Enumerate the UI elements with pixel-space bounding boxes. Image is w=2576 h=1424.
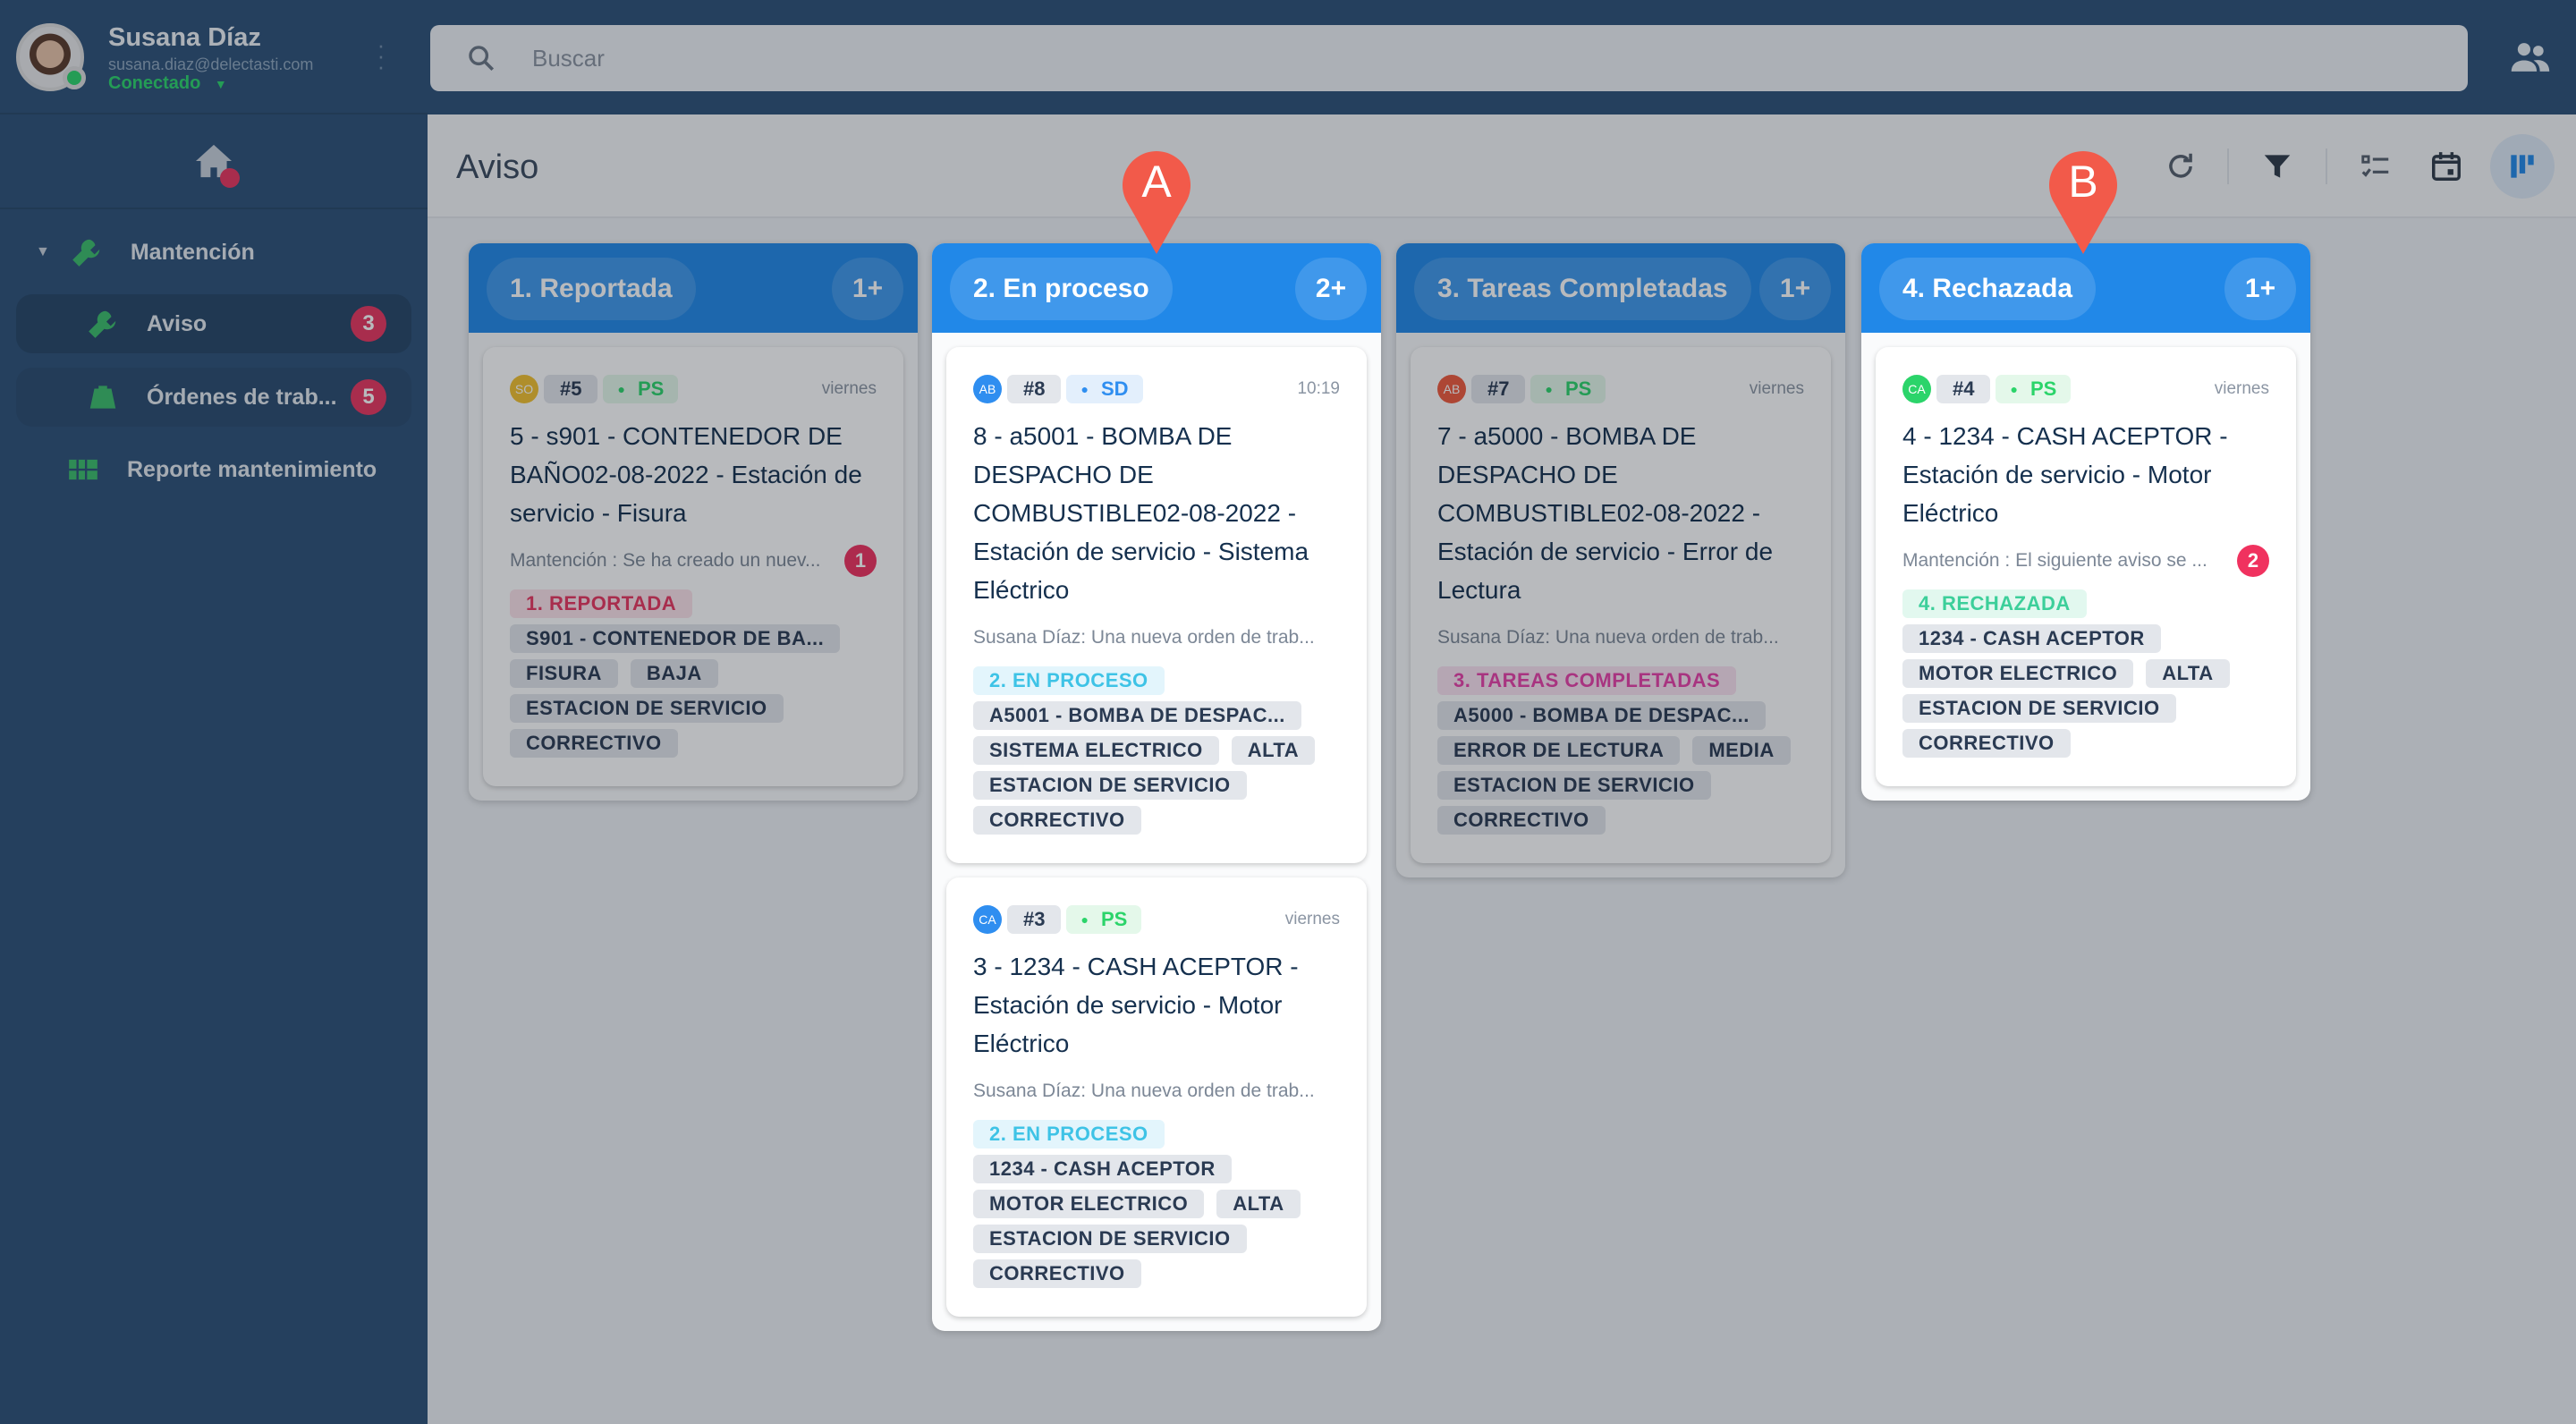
tag: MOTOR ELECTRICO — [1902, 659, 2134, 688]
last-message: Mantención : El siguiente aviso se ... 2 — [1902, 541, 2269, 581]
status-tag: 2. EN PROCESO — [973, 1120, 1165, 1149]
column-count[interactable]: 2+ — [1295, 258, 1367, 320]
column-header[interactable]: 2. En proceso 2+ — [932, 243, 1381, 333]
last-message: Susana Díaz: Una nueva orden de trab... — [973, 1072, 1340, 1111]
tag: CORRECTIVO — [973, 1259, 1141, 1288]
marker-b: B — [2046, 145, 2121, 256]
tag: SISTEMA ELECTRICO — [973, 736, 1219, 765]
tag-list: 2. EN PROCESO 1234 - CASH ACEPTOR MOTOR EL… — [973, 1120, 1340, 1288]
message-preview: Mantención : El siguiente aviso se ... — [1902, 550, 2207, 571]
assignee-chip: ● PS — [1066, 905, 1142, 934]
tag: A5001 - BOMBA DE DESPAC... — [973, 701, 1301, 730]
tag-list: 4. RECHAZADA 1234 - CASH ACEPTOR MOTOR ELE… — [1902, 589, 2269, 758]
avatar: CA — [1902, 375, 1931, 403]
person-icon: ● — [1080, 912, 1089, 927]
card-title[interactable]: 8 - a5001 - BOMBA DE DESPACHO DE COMBUST… — [973, 417, 1340, 609]
tag: ALTA — [1231, 736, 1316, 765]
tag: ESTACION DE SERVICIO — [973, 1225, 1247, 1253]
assignee-chip: ● PS — [1996, 375, 2072, 403]
tag: ALTA — [1216, 1190, 1301, 1218]
tag: ALTA — [2146, 659, 2230, 688]
card-title[interactable]: 4 - 1234 - CASH ACEPTOR - Estación de se… — [1902, 417, 2269, 532]
marker-label: A — [1141, 157, 1172, 207]
tag: 1234 - CASH ACEPTOR — [973, 1155, 1232, 1183]
person-icon: ● — [1080, 382, 1089, 396]
assignee-initials: PS — [1100, 908, 1128, 930]
column-title[interactable]: 2. En proceso — [950, 258, 1173, 320]
avatar: AB — [973, 375, 1002, 403]
message-preview: Susana Díaz: Una nueva orden de trab... — [973, 1081, 1315, 1101]
aviso-card[interactable]: AB #8 ● SD 10:19 8 - a5001 - BOMBA DE DESPACH… — [946, 347, 1367, 863]
tag-list: 2. EN PROCESO A5001 - BOMBA DE DESPAC... S… — [973, 666, 1340, 835]
ticket-number: #8 — [1007, 375, 1062, 403]
status-tag: 2. EN PROCESO — [973, 666, 1165, 695]
tag: CORRECTIVO — [1902, 729, 2071, 758]
status-tag: 4. RECHAZADA — [1902, 589, 2087, 618]
avatar: CA — [973, 905, 1002, 934]
tag: ESTACION DE SERVICIO — [1902, 694, 2176, 723]
column-count[interactable]: 1+ — [2224, 258, 2296, 320]
marker-label: B — [2068, 157, 2098, 207]
aviso-card[interactable]: CA #3 ● PS viernes 3 - 1234 - CASH ACEPTOR - … — [946, 877, 1367, 1317]
column-header[interactable]: 4. Rechazada 1+ — [1861, 243, 2310, 333]
assignee-initials: PS — [2029, 377, 2057, 400]
assignee-chip: ● SD — [1066, 375, 1143, 403]
marker-a: A — [1119, 145, 1194, 256]
kanban-column: 4. Rechazada 1+ CA #4 ● PS viernes 4 - 1234 - C… — [1861, 243, 2310, 801]
ticket-number: #3 — [1007, 905, 1062, 934]
message-preview: Susana Díaz: Una nueva orden de trab... — [973, 627, 1315, 648]
card-meta: AB #8 ● SD 10:19 — [973, 374, 1340, 404]
timestamp: viernes — [2214, 379, 2269, 398]
card-title[interactable]: 3 - 1234 - CASH ACEPTOR - Estación de se… — [973, 947, 1340, 1063]
timestamp: 10:19 — [1297, 379, 1340, 398]
unread-badge: 2 — [2237, 545, 2269, 577]
card-meta: CA #3 ● PS viernes — [973, 904, 1340, 935]
tag: 1234 - CASH ACEPTOR — [1902, 624, 2161, 653]
card-meta: CA #4 ● PS viernes — [1902, 374, 2269, 404]
aviso-card[interactable]: CA #4 ● PS viernes 4 - 1234 - CASH ACEPTOR - … — [1876, 347, 2296, 786]
last-message: Susana Díaz: Una nueva orden de trab... — [973, 618, 1340, 657]
assignee-initials: SD — [1100, 377, 1129, 400]
tag: ESTACION DE SERVICIO — [973, 771, 1247, 800]
kanban-column: 2. En proceso 2+ AB #8 ● SD 10:19 8 - a5001 - B… — [932, 243, 1381, 1331]
tag: MOTOR ELECTRICO — [973, 1190, 1205, 1218]
tag: CORRECTIVO — [973, 806, 1141, 835]
ticket-number: #4 — [1936, 375, 1991, 403]
person-icon: ● — [2010, 382, 2018, 396]
timestamp: viernes — [1284, 910, 1340, 928]
column-title[interactable]: 4. Rechazada — [1879, 258, 2097, 320]
